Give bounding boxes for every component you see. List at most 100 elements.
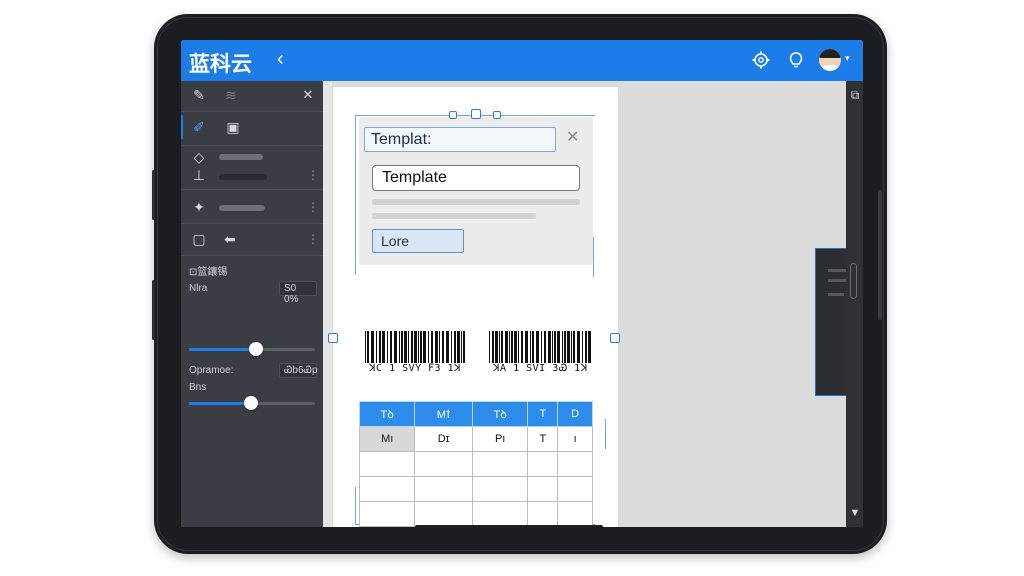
- copy-icon[interactable]: ⧉: [847, 87, 863, 103]
- table-cell[interactable]: [414, 501, 473, 527]
- bulb-icon[interactable]: [786, 50, 806, 70]
- slider2-value[interactable]: Ꮿb6Ꮿp: [279, 363, 318, 378]
- table-cell[interactable]: [527, 476, 559, 502]
- table-cell[interactable]: Mı: [358, 426, 416, 452]
- resize-handle-right[interactable]: [610, 333, 620, 343]
- properties-panel: ✎ ≋ ✕ ✐ ▣ ◇ ⊥ ⋮ ✦ ⋮ ▢ ⬅ ⋮ ⊡篮鑲锡 Nlra S0 0…: [181, 81, 323, 527]
- preview-window-line: [828, 269, 848, 272]
- slider1-value[interactable]: S0 0%: [279, 281, 317, 305]
- gear-icon[interactable]: [751, 50, 771, 70]
- property-bar: [219, 174, 267, 180]
- section-label: ⊡篮鑲锡: [189, 267, 228, 278]
- selection-line: [605, 419, 606, 449]
- triangle-down-icon[interactable]: ▼: [847, 505, 863, 521]
- magic-wand-icon[interactable]: ✦: [191, 199, 207, 215]
- close-icon[interactable]: ✕: [300, 87, 316, 103]
- preview-window-line: [828, 293, 844, 296]
- document-icon[interactable]: ▢: [191, 231, 207, 247]
- table-row: [358, 451, 593, 477]
- side-button-right: [878, 190, 882, 320]
- table-row: [358, 476, 593, 502]
- slider2-sublabel: Bns: [189, 382, 207, 393]
- user-avatar[interactable]: [819, 49, 841, 71]
- table-cell[interactable]: T: [527, 426, 559, 452]
- resize-handle-left[interactable]: [328, 333, 338, 343]
- more-icon[interactable]: ⋮: [307, 233, 319, 245]
- table-cell[interactable]: ı: [557, 426, 593, 452]
- property-bar: [219, 205, 265, 211]
- chevron-down-icon[interactable]: ▾: [845, 53, 850, 64]
- slider1-knob[interactable]: [249, 342, 263, 356]
- slider2-knob[interactable]: [244, 396, 258, 410]
- label-page[interactable]: Templat: ✕ Template Lore ꓘC 1 SVY ꓝ3 1ꓘ …: [328, 87, 620, 527]
- close-icon[interactable]: ✕: [566, 127, 579, 147]
- slider2-label: Opramoe:: [189, 365, 234, 376]
- side-button-top: [152, 170, 155, 220]
- table-cell[interactable]: Pı: [471, 426, 529, 452]
- side-button-bottom: [152, 280, 155, 340]
- app-brand: 蓝科云: [189, 52, 252, 76]
- home-indicator: [415, 525, 603, 527]
- table-header-cell[interactable]: Tꝺ: [471, 401, 529, 427]
- panel-divider: [181, 189, 323, 190]
- placeholder-line: [372, 213, 536, 219]
- preview-window-line: [828, 279, 846, 282]
- design-canvas[interactable]: Templat: ✕ Template Lore ꓘC 1 SVY ꓝ3 1ꓘ …: [323, 81, 863, 527]
- table-cell[interactable]: [358, 451, 416, 477]
- layers-icon[interactable]: ≋: [223, 87, 239, 103]
- slider1-fill: [189, 348, 257, 351]
- more-icon[interactable]: ⋮: [307, 169, 319, 181]
- back-button[interactable]: ‹: [277, 48, 284, 71]
- scrollbar-thumb[interactable]: [850, 263, 857, 299]
- data-table[interactable]: Tꝺ Mꝉ Tꝺ T D Mı Dɪ Pı T ı: [358, 401, 593, 527]
- table-row: Mı Dɪ Pı T ı: [358, 426, 593, 452]
- table-cell[interactable]: [471, 451, 529, 477]
- table-cell[interactable]: [557, 476, 593, 502]
- resize-handle-top-right[interactable]: [493, 111, 501, 119]
- active-tool-indicator: [181, 115, 183, 139]
- table-cell[interactable]: [557, 451, 593, 477]
- page-icon[interactable]: ▣: [225, 119, 241, 135]
- table-header-cell[interactable]: T: [527, 401, 559, 427]
- pen-icon[interactable]: ✎: [191, 87, 207, 103]
- template-dialog: Templat: ✕ Template Lore: [359, 117, 593, 265]
- stamp-icon[interactable]: ⊥: [191, 167, 207, 183]
- brush-icon[interactable]: ✐: [191, 119, 207, 135]
- panel-divider: [181, 255, 323, 256]
- property-bar: [219, 154, 263, 160]
- diamond-icon[interactable]: ◇: [191, 149, 207, 165]
- table-header-cell[interactable]: D: [557, 401, 593, 427]
- table-cell[interactable]: [471, 476, 529, 502]
- avatar-hair: [819, 49, 841, 58]
- table-cell[interactable]: [358, 476, 416, 502]
- resize-handle-top-left[interactable]: [449, 111, 457, 119]
- more-icon[interactable]: ⋮: [307, 201, 319, 213]
- table-cell[interactable]: [527, 451, 559, 477]
- placeholder-line: [372, 199, 580, 205]
- table-cell[interactable]: [557, 501, 593, 527]
- slider1-label: Nlra: [189, 283, 208, 294]
- slider2-fill: [189, 402, 251, 405]
- table-header-row: Tꝺ Mꝉ Tꝺ T D: [358, 401, 593, 427]
- table-cell[interactable]: [358, 501, 416, 527]
- arrow-left-icon[interactable]: ⬅: [219, 231, 241, 247]
- panel-divider: [181, 111, 323, 112]
- ruler: [323, 81, 332, 527]
- barcode-1-caption: ꓘC 1 SVY ꓝ3 1ꓘ: [369, 363, 462, 374]
- dialog-title[interactable]: Templat:: [364, 127, 556, 152]
- table-row: [358, 501, 593, 527]
- panel-divider: [181, 223, 323, 224]
- table-cell[interactable]: [471, 501, 529, 527]
- resize-handle-top[interactable]: [471, 109, 481, 119]
- avatar-shirt: [821, 65, 839, 71]
- table-header-cell[interactable]: Mꝉ: [414, 401, 473, 427]
- table-cell[interactable]: [527, 501, 559, 527]
- table-cell[interactable]: [414, 476, 473, 502]
- table-cell[interactable]: Dɪ: [414, 426, 473, 452]
- table-header-cell[interactable]: Tꝺ: [358, 401, 416, 427]
- selection-line: [593, 237, 594, 277]
- app-header: 蓝科云 ‹ ▾: [181, 40, 863, 81]
- template-name-input[interactable]: Template: [372, 165, 580, 191]
- table-cell[interactable]: [414, 451, 473, 477]
- dialog-button[interactable]: Lore: [372, 229, 464, 253]
